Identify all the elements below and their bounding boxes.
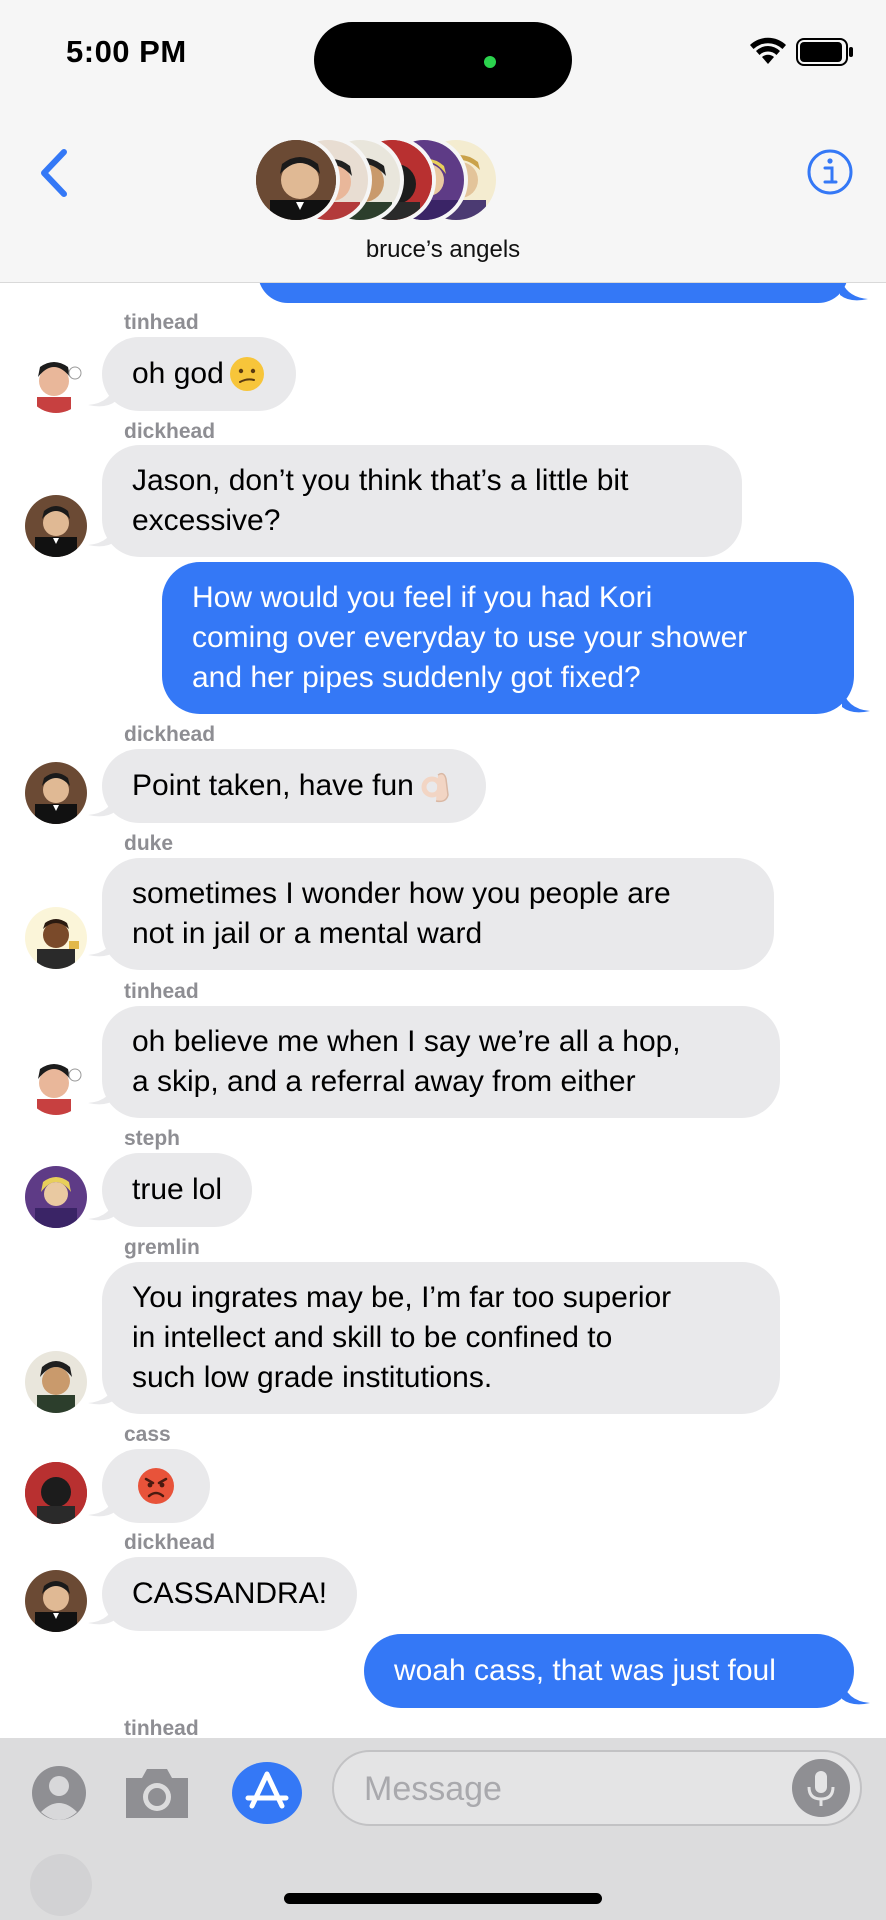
sender-name: dickhead — [124, 1531, 216, 1554]
bubble-tail — [840, 283, 868, 301]
avatar[interactable] — [25, 1462, 87, 1524]
home-indicator[interactable] — [284, 1893, 602, 1904]
wifi-icon — [750, 37, 786, 64]
message-text: Jason, don’t you think that’s a little b… — [132, 464, 629, 537]
message-text: How would you feel if you had Kori comin… — [192, 581, 748, 694]
message-field[interactable] — [332, 1750, 862, 1826]
message-text: Point taken, have fun — [132, 769, 414, 802]
sender-name: dickhead — [124, 723, 216, 746]
avatar[interactable] — [25, 495, 87, 557]
group-avatar-stack[interactable] — [252, 136, 502, 226]
message-bubble-incoming[interactable]: sometimes I wonder how you people are no… — [102, 858, 774, 970]
message-bubble-incoming[interactable]: oh believe me when I say we’re all a hop… — [102, 1006, 780, 1118]
message-bubble-outgoing[interactable]: How would you feel if you had Kori comin… — [162, 562, 854, 714]
message-text: oh believe me when I say we’re all a hop… — [132, 1025, 681, 1098]
dynamic-island — [314, 22, 572, 98]
avatar — [252, 136, 340, 224]
sender-name: dickhead — [124, 420, 216, 443]
status-time: 5:00 PM — [66, 34, 187, 69]
message-bubble-incoming[interactable]: You ingrates may be, I’m far too superio… — [102, 1262, 780, 1414]
ok-hand-emoji-icon — [421, 772, 449, 803]
message-bubble-incoming[interactable]: oh god — [102, 337, 296, 411]
sender-name: tinhead — [124, 1717, 199, 1738]
message-bubble-outgoing[interactable]: woah cass, that was just foul — [364, 1634, 854, 1708]
sender-name: duke — [124, 832, 174, 855]
sender-name: tinhead — [124, 311, 199, 334]
message-text: woah cass, that was just foul — [394, 1654, 776, 1687]
message-text: You ingrates may be, I’m far too superio… — [132, 1281, 672, 1394]
mic-icon[interactable] — [792, 1759, 850, 1817]
message-bubble-incoming[interactable]: CASSANDRA! — [102, 1557, 358, 1631]
avatar[interactable] — [25, 351, 87, 413]
sender-name: tinhead — [124, 980, 199, 1003]
avatar[interactable] — [25, 1351, 87, 1413]
avatar[interactable] — [25, 762, 87, 824]
message-thread: tinhead oh god dickhead Jason, don’t you… — [0, 283, 886, 1738]
status-bar: 5:00 PM — [0, 0, 886, 100]
info-icon[interactable] — [806, 148, 854, 196]
messages-screen: 5:00 PM bruce’s angels tinhead oh god di… — [0, 0, 886, 1920]
app-store-icon[interactable] — [230, 1760, 304, 1826]
message-bubble-incoming[interactable]: Point taken, have fun — [102, 749, 486, 823]
chevron-left-icon[interactable] — [36, 148, 72, 198]
message-bubble-incoming[interactable]: true lol — [102, 1153, 253, 1227]
message-text: oh god — [132, 357, 224, 390]
message-bubble-outgoing[interactable] — [258, 283, 848, 303]
avatar[interactable] — [25, 907, 87, 969]
message-text: sometimes I wonder how you people are no… — [132, 877, 671, 950]
confused-face-emoji-icon — [229, 357, 264, 391]
message-bubble-incoming[interactable] — [102, 1449, 210, 1523]
sender-name: gremlin — [124, 1236, 200, 1259]
avatar[interactable] — [25, 1053, 87, 1115]
message-text: true lol — [132, 1173, 223, 1206]
group-name[interactable]: bruce’s angels — [0, 236, 886, 264]
avatar — [30, 1854, 92, 1916]
message-input[interactable] — [364, 1766, 764, 1812]
message-bubble-incoming[interactable]: Jason, don’t you think that’s a little b… — [102, 445, 742, 557]
camera-icon[interactable] — [122, 1766, 192, 1820]
bubble-tail — [842, 687, 870, 713]
avatar[interactable] — [25, 1570, 87, 1632]
sender-name: cass — [124, 1423, 171, 1446]
bubble-tail — [842, 1679, 870, 1705]
battery-icon — [796, 38, 853, 66]
contact-icon[interactable] — [30, 1764, 88, 1822]
avatar[interactable] — [25, 1166, 87, 1228]
angry-face-emoji-icon — [138, 1468, 174, 1504]
conversation-header: bruce’s angels — [0, 100, 886, 283]
message-text: CASSANDRA! — [132, 1577, 328, 1610]
sender-name: steph — [124, 1127, 181, 1150]
